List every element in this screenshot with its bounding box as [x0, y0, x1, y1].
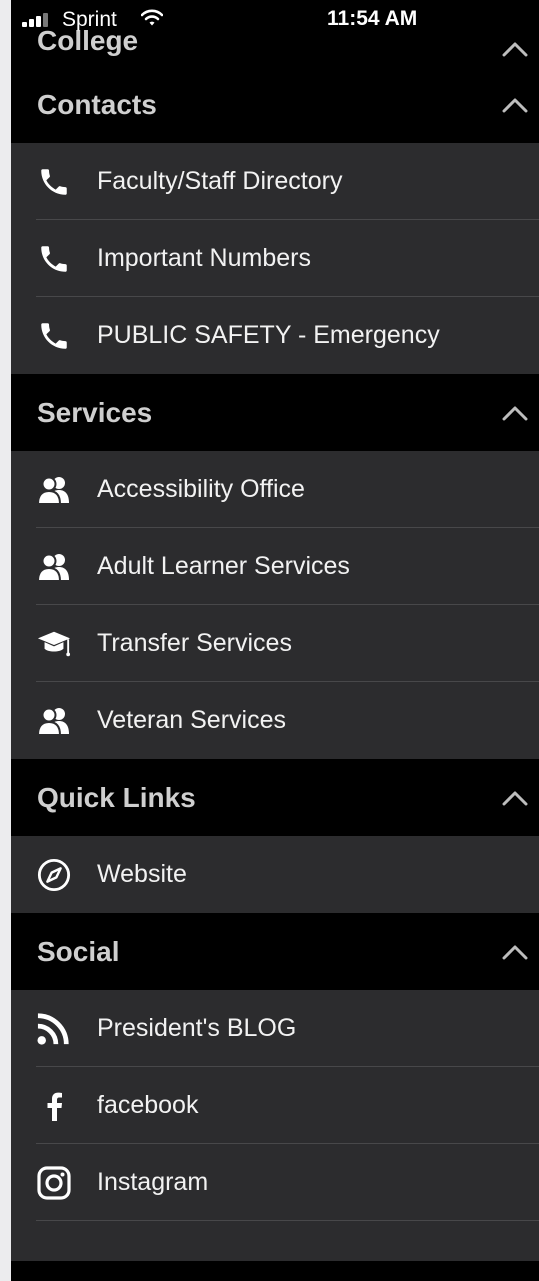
- phone-icon: [37, 242, 71, 276]
- section-title: Contacts: [37, 88, 157, 120]
- wifi-icon: [141, 9, 163, 26]
- menu-item-label: Adult Learner Services: [97, 552, 350, 580]
- menu-item-adult-learner-services[interactable]: Adult Learner Services: [11, 528, 539, 605]
- menu-item-label: Important Numbers: [97, 244, 311, 272]
- compass-icon: [37, 858, 71, 892]
- menu-item-important-numbers[interactable]: Important Numbers: [11, 220, 539, 297]
- chevron-up-icon: [502, 42, 528, 57]
- menu-item-website[interactable]: Website: [11, 836, 539, 913]
- menu-item-label: PUBLIC SAFETY - Emergency: [97, 321, 440, 349]
- menu-item-label: Instagram: [97, 1168, 209, 1196]
- menu-item-transfer-services[interactable]: Transfer Services: [11, 605, 539, 682]
- rss-icon: [37, 1012, 71, 1046]
- phone-icon: [37, 319, 71, 353]
- menu-item-public-safety[interactable]: PUBLIC SAFETY - Emergency: [11, 297, 539, 374]
- section-header-contacts[interactable]: Contacts: [11, 66, 539, 143]
- menu-item-label: Accessibility Office: [97, 475, 305, 503]
- status-time: 11:54 AM: [327, 7, 418, 30]
- section-title: Quick Links: [37, 781, 196, 813]
- status-bar: Sprint 11:54 AM: [0, 0, 539, 40]
- menu-item-label: Veteran Services: [97, 706, 286, 734]
- section-header-quick-links[interactable]: Quick Links: [11, 759, 539, 836]
- menu-item-label: Transfer Services: [97, 629, 292, 657]
- section-title: Social: [37, 935, 120, 967]
- navigation-menu: College Contacts Faculty/Staff Directory…: [11, 0, 539, 1261]
- menu-item-label: facebook: [97, 1091, 199, 1119]
- section-title: Services: [37, 396, 153, 428]
- instagram-icon: [37, 1165, 71, 1200]
- users-icon: [37, 473, 71, 507]
- chevron-up-icon: [502, 406, 528, 420]
- menu-item-presidents-blog[interactable]: President's BLOG: [11, 990, 539, 1067]
- menu-item-accessibility-office[interactable]: Accessibility Office: [11, 451, 539, 528]
- menu-item-veteran-services[interactable]: Veteran Services: [11, 682, 539, 759]
- carrier-name: Sprint: [62, 8, 117, 31]
- cellular-signal-icon: [22, 13, 48, 27]
- menu-item-label: President's BLOG: [97, 1014, 297, 1042]
- chevron-up-icon: [502, 945, 528, 959]
- users-icon: [37, 704, 71, 738]
- menu-item-label: Website: [97, 860, 187, 888]
- background-strip: [0, 0, 11, 1281]
- menu-item-faculty-staff-directory[interactable]: Faculty/Staff Directory: [11, 143, 539, 220]
- menu-item-instagram[interactable]: Instagram: [11, 1144, 539, 1221]
- section-header-services[interactable]: Services: [11, 374, 539, 451]
- section-header-social[interactable]: Social: [11, 913, 539, 990]
- menu-item-label: Faculty/Staff Directory: [97, 167, 343, 195]
- menu-item-partial[interactable]: [11, 1221, 539, 1261]
- users-icon: [37, 550, 71, 584]
- chevron-up-icon: [502, 98, 528, 112]
- menu-item-facebook[interactable]: facebook: [11, 1067, 539, 1144]
- facebook-icon: [37, 1089, 71, 1123]
- phone-icon: [37, 165, 71, 199]
- graduation-cap-icon: [37, 627, 71, 661]
- chevron-up-icon: [502, 791, 528, 805]
